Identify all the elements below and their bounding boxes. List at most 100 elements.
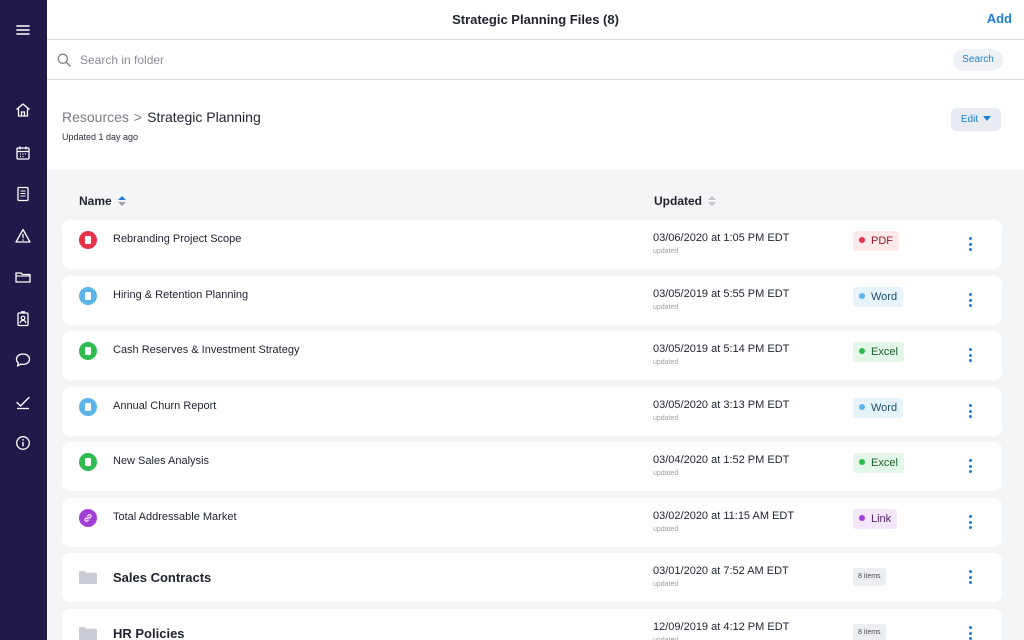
sidebar: [0, 0, 47, 640]
row-name[interactable]: Sales Contracts: [113, 570, 211, 585]
file-type-badge: Link: [853, 509, 898, 529]
folder-updated-text: Updated 1 day ago: [62, 132, 139, 142]
file-type-label: Word: [871, 291, 898, 303]
file-type-label: Word: [871, 402, 898, 414]
file-row[interactable]: New Sales Analysis 03/04/2020 at 1:52 PM …: [62, 442, 1002, 491]
row-updated-label: updated: [653, 359, 679, 366]
home-icon[interactable]: [13, 100, 33, 120]
row-updated-date: 03/01/2020 at 7:52 AM EDT: [653, 565, 789, 577]
file-row[interactable]: Annual Churn Report 03/05/2020 at 3:13 PM…: [62, 387, 1002, 436]
row-name[interactable]: HR Policies: [113, 626, 185, 640]
row-updated-date: 12/09/2019 at 4:12 PM EDT: [653, 621, 790, 633]
sort-icon: [708, 195, 716, 206]
edit-dropdown-button[interactable]: Edit: [951, 108, 1001, 131]
sort-ascending-icon: [117, 195, 126, 206]
file-type-dot: [859, 293, 865, 300]
link-icon: [79, 509, 97, 527]
file-row[interactable]: Total Addressable Market 03/02/2020 at 11…: [62, 498, 1002, 547]
row-name[interactable]: Cash Reserves & Investment Strategy: [113, 344, 299, 356]
item-count-badge: 8 items: [853, 568, 886, 586]
row-name[interactable]: Hiring & Retention Planning: [113, 289, 248, 301]
file-row[interactable]: Hiring & Retention Planning 03/05/2019 at…: [62, 276, 1002, 325]
breadcrumb: Resources > Strategic Planning: [62, 109, 261, 125]
breadcrumb-resources[interactable]: Resources: [62, 109, 129, 125]
file-type-label: Excel: [871, 346, 898, 358]
file-type-badge: Word: [853, 398, 904, 418]
file-type-dot: [859, 348, 865, 355]
page-title: Strategic Planning Files (8): [452, 12, 619, 27]
file-list: Name Updated Rebranding Project Scope 03/…: [47, 170, 1024, 640]
file-type-badge: Excel: [853, 453, 904, 473]
info-icon[interactable]: [13, 433, 33, 453]
more-options-icon[interactable]: [967, 292, 975, 308]
column-name-label: Name: [79, 194, 112, 208]
file-type-dot: [859, 404, 865, 411]
excel-file-icon: [79, 342, 97, 360]
column-header-name[interactable]: Name: [79, 194, 126, 208]
search-button[interactable]: Search: [953, 49, 1003, 71]
file-type-dot: [859, 459, 865, 466]
item-count-badge: 8 items: [853, 624, 886, 640]
add-button[interactable]: Add: [987, 11, 1012, 26]
column-header-updated[interactable]: Updated: [654, 194, 716, 208]
row-updated-date: 03/05/2019 at 5:55 PM EDT: [653, 288, 790, 300]
top-bar: Strategic Planning Files (8) Add: [47, 0, 1024, 40]
row-updated-label: updated: [653, 526, 679, 533]
excel-file-icon: [79, 453, 97, 471]
word-file-icon: [79, 287, 97, 305]
caret-down-icon: [983, 115, 992, 121]
contacts-icon[interactable]: [13, 309, 33, 329]
row-updated-date: 03/04/2020 at 1:52 PM EDT: [653, 454, 790, 466]
warning-icon[interactable]: [13, 226, 33, 246]
row-updated-label: updated: [653, 304, 679, 311]
breadcrumb-current: Strategic Planning: [147, 109, 261, 125]
row-name[interactable]: Annual Churn Report: [113, 400, 216, 412]
file-type-dot: [859, 237, 865, 244]
search-bar: Search: [47, 40, 1024, 80]
row-updated-date: 03/05/2020 at 3:13 PM EDT: [653, 399, 790, 411]
pdf-file-icon: [79, 231, 97, 249]
file-type-label: Excel: [871, 457, 898, 469]
row-updated-label: updated: [653, 248, 679, 255]
file-row[interactable]: Cash Reserves & Investment Strategy 03/05…: [62, 331, 1002, 380]
row-updated-label: updated: [653, 581, 679, 588]
file-type-dot: [859, 515, 865, 522]
folder-row[interactable]: Sales Contracts 03/01/2020 at 7:52 AM EDT…: [62, 553, 1002, 602]
calendar-icon[interactable]: [13, 143, 33, 163]
folder-icon: [79, 571, 97, 584]
file-type-badge: Word: [853, 287, 904, 307]
more-options-icon[interactable]: [967, 514, 975, 530]
row-updated-date: 03/05/2019 at 5:14 PM EDT: [653, 343, 790, 355]
row-updated-date: 03/02/2020 at 11:15 AM EDT: [653, 510, 795, 522]
menu-icon[interactable]: [13, 20, 33, 40]
folder-icon: [79, 627, 97, 640]
row-name[interactable]: New Sales Analysis: [113, 455, 209, 467]
folder-row[interactable]: HR Policies12/09/2019 at 4:12 PM EDTupda…: [62, 609, 1002, 640]
edit-label: Edit: [960, 114, 979, 125]
chat-icon[interactable]: [13, 350, 33, 370]
more-options-icon[interactable]: [967, 458, 975, 474]
folder-icon[interactable]: [13, 267, 33, 287]
folder-header: Resources > Strategic Planning Updated 1 d…: [47, 80, 1024, 170]
more-options-icon[interactable]: [967, 403, 975, 419]
row-updated-label: updated: [653, 470, 679, 477]
file-type-badge: PDF: [853, 231, 899, 251]
more-options-icon[interactable]: [967, 347, 975, 363]
row-updated-label: updated: [653, 415, 679, 422]
file-type-badge: Excel: [853, 342, 904, 362]
word-file-icon: [79, 398, 97, 416]
row-updated-date: 03/06/2020 at 1:05 PM EDT: [653, 232, 790, 244]
more-options-icon[interactable]: [967, 569, 975, 585]
checkmark-icon[interactable]: [13, 392, 33, 412]
main-content: Strategic Planning Files (8) Add Search …: [47, 0, 1024, 640]
file-type-label: PDF: [871, 235, 893, 247]
document-icon[interactable]: [13, 184, 33, 204]
search-input[interactable]: [80, 49, 940, 71]
row-name[interactable]: Rebranding Project Scope: [113, 233, 241, 245]
row-name[interactable]: Total Addressable Market: [113, 511, 237, 523]
column-headers: Name Updated: [47, 170, 1024, 218]
file-row[interactable]: Rebranding Project Scope 03/06/2020 at 1:…: [62, 220, 1002, 269]
more-options-icon[interactable]: [967, 625, 975, 640]
breadcrumb-separator: >: [133, 109, 143, 125]
more-options-icon[interactable]: [967, 236, 975, 252]
